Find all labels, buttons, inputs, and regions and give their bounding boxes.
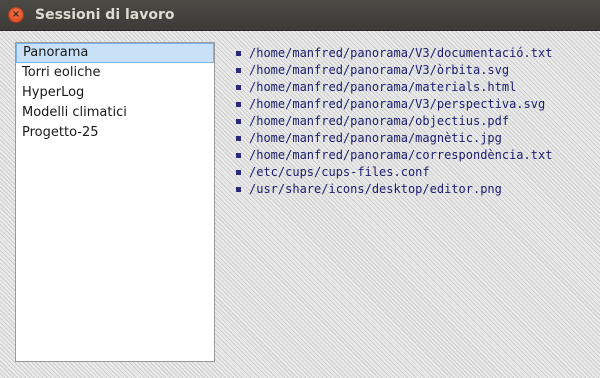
file-item: /home/manfred/panorama/materials.html (236, 79, 552, 96)
file-path: /home/manfred/panorama/V3/òrbita.svg (249, 63, 510, 77)
file-path: /usr/share/icons/desktop/editor.png (249, 182, 502, 196)
file-path: /home/manfred/panorama/magnètic.jpg (249, 131, 502, 145)
file-path: /home/manfred/panorama/correspondència.t… (249, 148, 553, 162)
window-title: Sessioni di lavoro (35, 7, 175, 23)
session-files-list: /home/manfred/panorama/V3/documentació.t… (236, 45, 552, 198)
file-item: /home/manfred/panorama/V3/perspectiva.sv… (236, 96, 552, 113)
file-item: /home/manfred/panorama/correspondència.t… (236, 147, 552, 164)
file-item: /home/manfred/panorama/V3/documentació.t… (236, 45, 552, 62)
close-icon: × (11, 9, 21, 20)
bullet-icon (236, 170, 241, 175)
session-item-torri-eoliche[interactable]: Torri eoliche (16, 63, 214, 83)
sessions-list[interactable]: Panorama Torri eoliche HyperLog Modelli … (15, 42, 215, 362)
file-path: /home/manfred/panorama/V3/documentació.t… (249, 46, 553, 60)
session-item-modelli-climatici[interactable]: Modelli climatici (16, 103, 214, 123)
file-path: /etc/cups/cups-files.conf (249, 165, 430, 179)
bullet-icon (236, 136, 241, 141)
bullet-icon (236, 187, 241, 192)
bullet-icon (236, 102, 241, 107)
session-window: × Sessioni di lavoro Panorama Torri eoli… (0, 0, 600, 378)
file-path: /home/manfred/panorama/materials.html (249, 80, 517, 94)
session-item-hyperlog[interactable]: HyperLog (16, 83, 214, 103)
session-item-progetto-25[interactable]: Progetto-25 (16, 123, 214, 143)
file-item: /home/manfred/panorama/objectius.pdf (236, 113, 552, 130)
bullet-icon (236, 153, 241, 158)
bullet-icon (236, 51, 241, 56)
session-item-panorama[interactable]: Panorama (16, 43, 214, 63)
file-path: /home/manfred/panorama/objectius.pdf (249, 114, 510, 128)
bullet-icon (236, 119, 241, 124)
title-bar[interactable]: × Sessioni di lavoro (0, 0, 600, 31)
file-path: /home/manfred/panorama/V3/perspectiva.sv… (249, 97, 546, 111)
close-button[interactable]: × (8, 7, 24, 23)
bullet-icon (236, 68, 241, 73)
file-item: /usr/share/icons/desktop/editor.png (236, 181, 552, 198)
bullet-icon (236, 85, 241, 90)
file-item: /home/manfred/panorama/magnètic.jpg (236, 130, 552, 147)
file-item: /etc/cups/cups-files.conf (236, 164, 552, 181)
file-item: /home/manfred/panorama/V3/òrbita.svg (236, 62, 552, 79)
